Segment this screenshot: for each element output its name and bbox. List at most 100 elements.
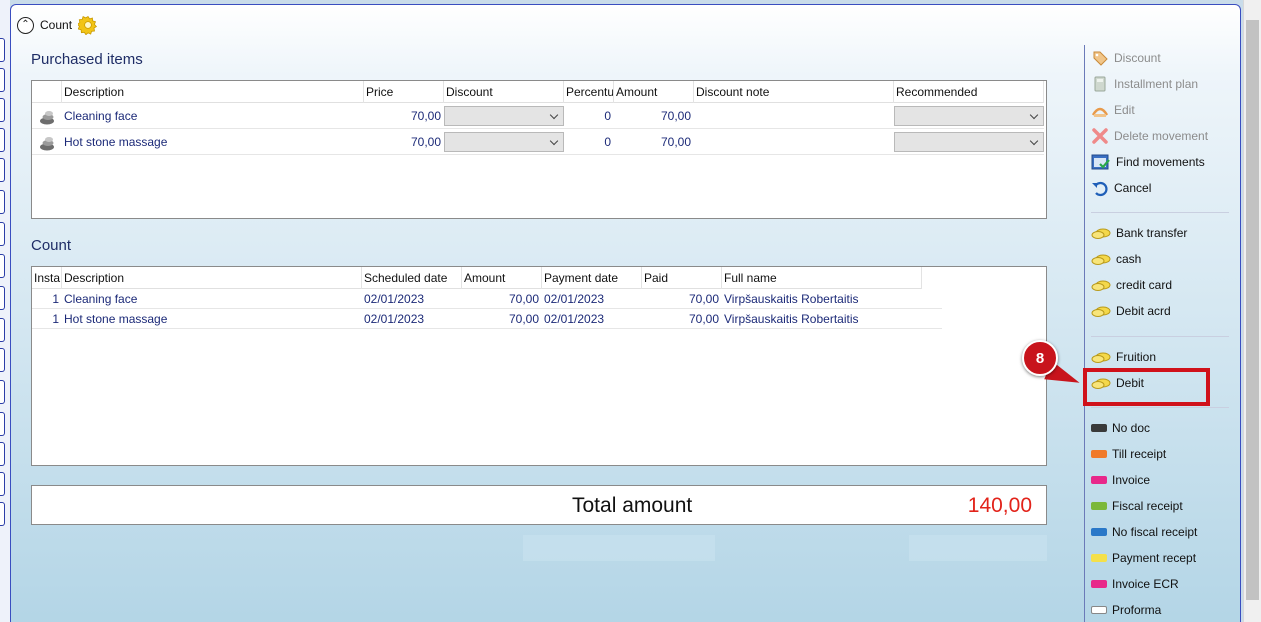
side-tab[interactable] <box>0 38 5 62</box>
column-header-paid[interactable]: Paid <box>642 267 722 289</box>
scrollbar-thumb[interactable] <box>1246 20 1259 600</box>
row-description: Hot stone massage <box>64 312 168 326</box>
till-receipt-button[interactable]: Till receipt <box>1091 444 1166 464</box>
table-row[interactable]: Hot stone massage 70,00 0 70,00 <box>32 130 1044 155</box>
side-tab[interactable] <box>0 254 5 278</box>
delete-movement-label: Delete movement <box>1114 129 1209 143</box>
side-tab[interactable] <box>0 222 5 246</box>
count-window: ⌃ Count Purchased items Description Pric… <box>10 4 1241 622</box>
side-tab[interactable] <box>0 442 5 466</box>
faint-placeholder <box>909 535 1047 561</box>
column-header-price[interactable]: Price <box>364 81 444 103</box>
debit-card-button[interactable]: Debit acrd <box>1091 301 1171 321</box>
invoice-color-icon <box>1091 476 1107 484</box>
side-tab[interactable] <box>0 190 5 214</box>
side-tab[interactable] <box>0 286 5 310</box>
cash-label: cash <box>1116 252 1142 266</box>
row-installment: 1 <box>52 292 59 306</box>
column-header-description[interactable]: Description <box>62 267 362 289</box>
row-discount-note[interactable] <box>694 104 894 128</box>
find-movements-icon <box>1091 154 1110 170</box>
row-discount-note[interactable] <box>694 130 894 154</box>
recommended-select[interactable] <box>894 106 1044 126</box>
side-tab[interactable] <box>0 380 5 404</box>
side-tab[interactable] <box>0 68 5 92</box>
credit-card-button[interactable]: credit card <box>1091 275 1172 295</box>
column-header-icon <box>32 81 62 103</box>
count-section-title: Count <box>31 237 72 254</box>
bank-transfer-button[interactable]: Bank transfer <box>1091 223 1187 243</box>
cancel-label: Cancel <box>1114 181 1152 195</box>
discount-button[interactable]: Discount <box>1091 48 1161 68</box>
row-scheduled-date: 02/01/2023 <box>364 292 425 306</box>
row-description: Hot stone massage <box>64 135 168 149</box>
edit-label: Edit <box>1114 103 1135 117</box>
side-tab[interactable] <box>0 128 5 152</box>
no-doc-button[interactable]: No doc <box>1091 418 1150 438</box>
calculator-icon <box>1094 76 1106 92</box>
actions-panel: Discount Installment plan Edit Delete mo… <box>1084 45 1240 622</box>
payment-receipt-color-icon <box>1091 554 1107 562</box>
side-tab[interactable] <box>0 472 5 496</box>
side-tab[interactable] <box>0 318 5 342</box>
side-tab[interactable] <box>0 158 5 182</box>
fiscal-receipt-button[interactable]: Fiscal receipt <box>1091 496 1183 516</box>
count-grid: Insta Description Scheduled date Amount … <box>31 266 1047 466</box>
credit-card-label: credit card <box>1116 278 1173 292</box>
edit-icon <box>1091 107 1109 117</box>
purchased-items-grid: Description Price Discount Percentu Amou… <box>31 80 1047 219</box>
undo-arrow-icon <box>1092 181 1108 197</box>
column-header-recommended[interactable]: Recommended <box>894 81 1044 103</box>
cancel-button[interactable]: Cancel <box>1091 178 1151 198</box>
table-row[interactable]: 1 Cleaning face 02/01/2023 70,00 02/01/2… <box>32 290 942 309</box>
debit-highlight-box <box>1083 368 1210 406</box>
column-header-full-name[interactable]: Full name <box>722 267 922 289</box>
invoice-button[interactable]: Invoice <box>1091 470 1150 490</box>
window-header: ⌃ Count <box>17 15 98 35</box>
total-value: 140,00 <box>967 494 1032 517</box>
side-tab[interactable] <box>0 348 5 372</box>
row-paid: 70,00 <box>688 312 719 326</box>
recommended-select[interactable] <box>894 132 1044 152</box>
column-header-discount[interactable]: Discount <box>444 81 564 103</box>
cash-button[interactable]: cash <box>1091 249 1141 269</box>
grid-header: Description Price Discount Percentu Amou… <box>32 81 1044 103</box>
column-header-percent[interactable]: Percentu <box>564 81 614 103</box>
table-row[interactable]: 1 Hot stone massage 02/01/2023 70,00 02/… <box>32 310 942 329</box>
installment-plan-button[interactable]: Installment plan <box>1091 74 1198 94</box>
total-box: Total amount 140,00 <box>31 485 1047 525</box>
payment-receipt-button[interactable]: Payment recept <box>1091 548 1196 568</box>
row-installment: 1 <box>52 312 59 326</box>
column-header-description[interactable]: Description <box>62 81 364 103</box>
edit-button[interactable]: Edit <box>1091 100 1135 120</box>
column-header-amount[interactable]: Amount <box>462 267 542 289</box>
row-amount: 70,00 <box>660 135 691 149</box>
divider <box>1091 212 1229 213</box>
coins-icon <box>1091 254 1111 265</box>
discount-select[interactable] <box>444 132 564 152</box>
column-header-amount[interactable]: Amount <box>614 81 694 103</box>
column-header-scheduled-date[interactable]: Scheduled date <box>362 267 462 289</box>
column-header-discount-note[interactable]: Discount note <box>694 81 894 103</box>
purchased-items-title: Purchased items <box>31 51 143 68</box>
delete-movement-button[interactable]: Delete movement <box>1091 126 1208 146</box>
proforma-button[interactable]: Proforma <box>1091 600 1161 620</box>
find-movements-label: Find movements <box>1116 155 1205 169</box>
side-tab[interactable] <box>0 502 5 526</box>
chevron-up-circle-icon[interactable]: ⌃ <box>17 16 34 34</box>
side-tab[interactable] <box>0 98 5 122</box>
side-tab[interactable] <box>0 412 5 436</box>
table-row[interactable]: Cleaning face 70,00 0 70,00 <box>32 104 1044 129</box>
invoice-ecr-button[interactable]: Invoice ECR <box>1091 574 1179 594</box>
gear-icon[interactable] <box>78 15 98 35</box>
column-header-installment[interactable]: Insta <box>32 267 62 289</box>
till-receipt-label: Till receipt <box>1112 447 1167 461</box>
find-movements-button[interactable]: Find movements <box>1091 152 1205 172</box>
faint-placeholder <box>523 535 715 561</box>
discount-select[interactable] <box>444 106 564 126</box>
column-header-payment-date[interactable]: Payment date <box>542 267 642 289</box>
invoice-label: Invoice <box>1112 473 1151 487</box>
fruition-button[interactable]: Fruition <box>1091 347 1156 367</box>
vertical-scrollbar[interactable] <box>1243 0 1261 622</box>
no-fiscal-receipt-button[interactable]: No fiscal receipt <box>1091 522 1197 542</box>
